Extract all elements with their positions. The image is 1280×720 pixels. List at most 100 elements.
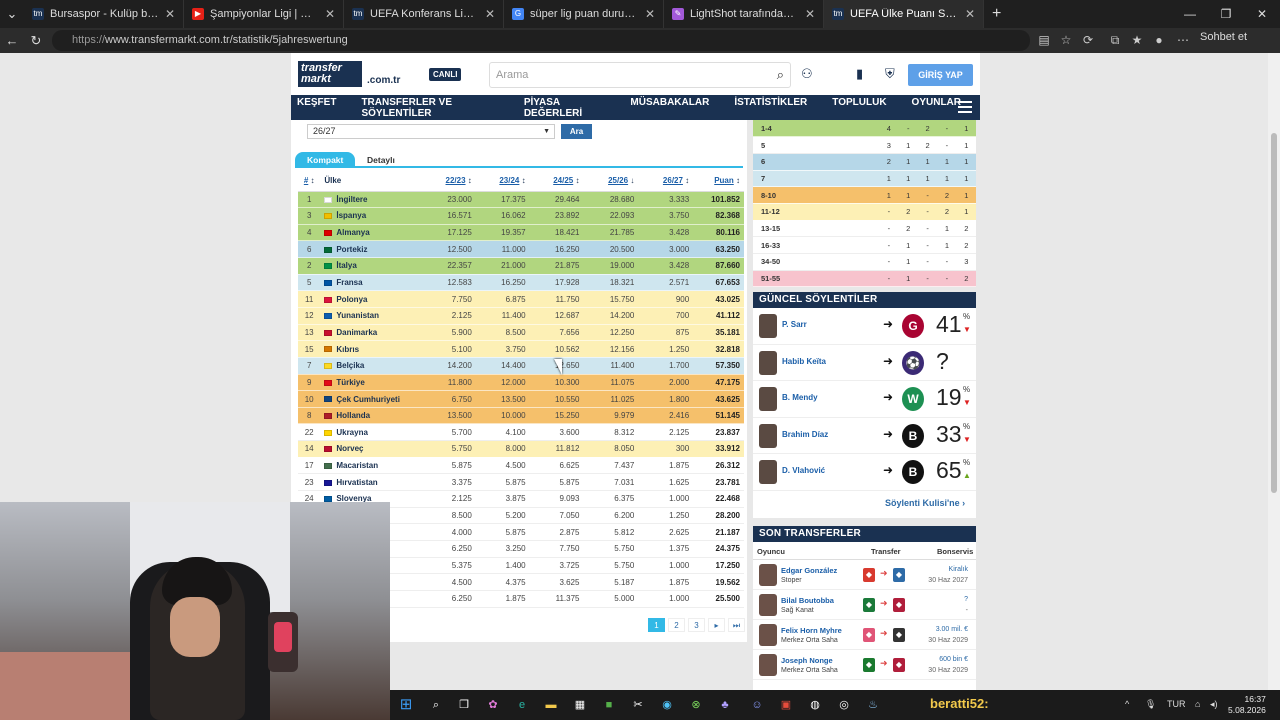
tab-close-icon[interactable]: ✕ <box>805 7 815 21</box>
tab-close-icon[interactable]: ✕ <box>325 7 335 21</box>
table-row[interactable]: 6 Portekiz 12.500 11.000 16.250 20.500 3.000 63… <box>298 240 744 259</box>
search-icon[interactable]: ⌕ <box>777 63 784 87</box>
scrollbar-thumb[interactable] <box>1271 133 1277 493</box>
favorites-icon[interactable]: ★ <box>1126 28 1148 53</box>
country-cell[interactable]: Hırvatistan <box>320 473 420 492</box>
maximize-icon[interactable]: ❐ <box>1208 0 1244 28</box>
rumour-player-name[interactable]: D. Vlahović <box>782 466 825 475</box>
table-row[interactable]: 9 Türkiye 11.800 12.000 10.300 11.075 2.000 47.… <box>298 374 744 392</box>
nav-item[interactable]: TOPLULUK <box>826 97 892 119</box>
country-name[interactable]: Fransa <box>336 278 362 287</box>
transfer-player-name[interactable]: Bilal Boutobba <box>781 596 834 605</box>
page-scrollbar[interactable] <box>1268 53 1280 690</box>
table-row[interactable]: 12 Yunanistan 2.125 11.400 12.687 14.200 700 41… <box>298 307 744 325</box>
site-logo-domain[interactable]: .com.tr <box>367 75 400 86</box>
split-screen-icon[interactable]: ⧉ <box>1104 28 1126 53</box>
site-logo[interactable]: transfer markt <box>298 61 362 87</box>
transfer-player-name[interactable]: Felix Horn Myhre <box>781 626 842 635</box>
page-button[interactable]: 1 <box>648 618 665 632</box>
country-cell[interactable]: Fransa <box>320 274 420 292</box>
tab-close-icon[interactable]: ✕ <box>965 7 975 21</box>
club-logo[interactable]: B <box>902 460 924 484</box>
hamburger-menu-icon[interactable] <box>958 101 972 113</box>
country-cell[interactable]: Macaristan <box>320 457 420 475</box>
transfer-item[interactable]: Felix Horn Myhre Merkez Orta Saha ◆ ➜ ◆ 3.00 … <box>753 620 976 650</box>
country-name[interactable]: İtalya <box>336 261 356 270</box>
login-button[interactable]: GİRİŞ YAP <box>908 64 973 86</box>
network-icon[interactable]: ⌂ <box>1195 699 1200 709</box>
country-name[interactable]: Danimarka <box>336 328 377 337</box>
country-name[interactable]: Türkiye <box>336 378 364 387</box>
country-cell[interactable]: Polonya <box>320 290 420 308</box>
player-photo[interactable] <box>759 564 777 586</box>
back-icon[interactable]: ← <box>0 33 24 48</box>
to-club-logo[interactable]: ◆ <box>893 568 905 582</box>
club-logo[interactable]: G <box>902 314 924 338</box>
table-row[interactable]: 14 Norveç 5.750 8.000 11.812 8.050 300 33.912 <box>298 440 744 458</box>
transfer-item[interactable]: Joseph Nonge Merkez Orta Saha ◆ ➜ ◆ 600 bin €… <box>753 650 976 680</box>
start-icon[interactable]: ⊞ <box>396 695 416 715</box>
country-cell[interactable]: Türkiye <box>320 374 420 392</box>
to-club-logo[interactable]: ◆ <box>893 658 905 672</box>
to-club-logo[interactable]: ◆ <box>893 598 905 612</box>
table-row[interactable]: 3 İspanya 16.571 16.062 23.892 22.093 3.750 82.… <box>298 207 744 225</box>
close-window-icon[interactable]: ✕ <box>1244 0 1280 28</box>
tab-menu-chevron-icon[interactable]: ⌄ <box>0 6 24 22</box>
country-cell[interactable]: Norveç <box>320 440 420 458</box>
col-2425[interactable]: 24/25 ↕ <box>529 171 584 192</box>
country-cell[interactable]: Portekiz <box>320 240 420 259</box>
player-photo[interactable] <box>759 423 777 448</box>
volume-icon[interactable]: ◂) <box>1210 699 1218 710</box>
page-nav-button[interactable]: ▸ <box>708 618 725 632</box>
table-row[interactable]: 17 Macaristan 5.875 4.500 6.625 7.437 1.875 26.… <box>298 457 744 475</box>
from-club-logo[interactable]: ◆ <box>863 568 875 582</box>
browser-tab[interactable]: ▶ Şampiyonlar Ligi | Manchester Utd ✕ <box>184 0 344 28</box>
tab-compact[interactable]: Kompakt <box>295 152 356 168</box>
bookmark-icon[interactable]: ▮ <box>856 66 863 82</box>
minimize-icon[interactable]: — <box>1172 0 1208 28</box>
player-photo[interactable] <box>759 350 777 375</box>
transfer-player-name[interactable]: Edgar González <box>781 566 837 575</box>
country-cell[interactable]: Danimarka <box>320 324 420 342</box>
country-cell[interactable]: Almanya <box>320 224 420 242</box>
country-cell[interactable]: Yunanistan <box>320 307 420 325</box>
browser-tab[interactable]: tm UEFA Konferans Ligi Elemeleri 26/2 ✕ <box>344 0 504 28</box>
table-row[interactable]: 4 Almanya 17.125 19.357 18.421 21.785 3.428 80.… <box>298 224 744 242</box>
country-name[interactable]: Hollanda <box>336 411 370 420</box>
store-icon[interactable]: ▦ <box>570 695 590 715</box>
club-logo[interactable]: ⚽ <box>902 350 924 375</box>
country-name[interactable]: Ukrayna <box>336 428 368 437</box>
page-button[interactable]: 2 <box>668 618 685 632</box>
copilot-chat-button[interactable]: Sohbet et <box>1200 31 1247 43</box>
rumour-item[interactable]: Brahim Díaz ➜ B 33% ▼ <box>753 418 976 454</box>
from-club-logo[interactable]: ◆ <box>863 628 875 642</box>
player-photo[interactable] <box>759 594 777 616</box>
obs-icon[interactable]: ◎ <box>834 695 854 715</box>
rumour-player-name[interactable]: Habib Keïta <box>782 357 826 366</box>
table-row[interactable]: 1 İngiltere 23.000 17.375 29.464 28.680 3.333 1… <box>298 191 744 209</box>
tray-chevron-icon[interactable]: ^ <box>1125 699 1129 709</box>
col-2627[interactable]: 26/27 ↕ <box>638 171 694 192</box>
country-cell[interactable]: Kıbrıs <box>320 340 420 358</box>
table-row[interactable]: 13 Danimarka 5.900 8.500 7.656 12.250 875 35.18… <box>298 324 744 342</box>
from-club-logo[interactable]: ◆ <box>863 598 875 612</box>
club-logo[interactable]: B <box>902 423 924 448</box>
browser-tab[interactable]: tm Bursaspor - Kulüp başarıları | Trans ✕ <box>24 0 184 28</box>
player-photo[interactable] <box>759 624 777 646</box>
more-menu-icon[interactable]: ⋯ <box>1172 28 1194 53</box>
transfer-player-name[interactable]: Joseph Nonge <box>781 656 833 665</box>
country-name[interactable]: Macaristan <box>336 461 378 470</box>
country-cell[interactable]: Belçika <box>320 357 420 375</box>
mic-icon[interactable]: 🎙︎ <box>1145 699 1156 710</box>
nav-item[interactable]: MÜSABAKALAR <box>624 97 715 119</box>
tab-detailed[interactable]: Detaylı <box>355 152 407 168</box>
col-2223[interactable]: 22/23 ↕ <box>419 171 476 192</box>
country-name[interactable]: Çek Cumhuriyeti <box>336 395 400 404</box>
country-name[interactable]: Polonya <box>336 295 367 304</box>
rumour-item[interactable]: P. Sarr ➜ G 41% ▼ <box>753 308 976 345</box>
col-2526[interactable]: 25/26 ↓ <box>583 171 639 192</box>
table-row[interactable]: 7 Belçika 14.200 14.400 12.650 11.400 1.700 57.… <box>298 357 744 375</box>
country-cell[interactable]: İngiltere <box>320 191 420 209</box>
country-cell[interactable]: Ukrayna <box>320 423 420 442</box>
player-photo[interactable] <box>759 460 777 484</box>
